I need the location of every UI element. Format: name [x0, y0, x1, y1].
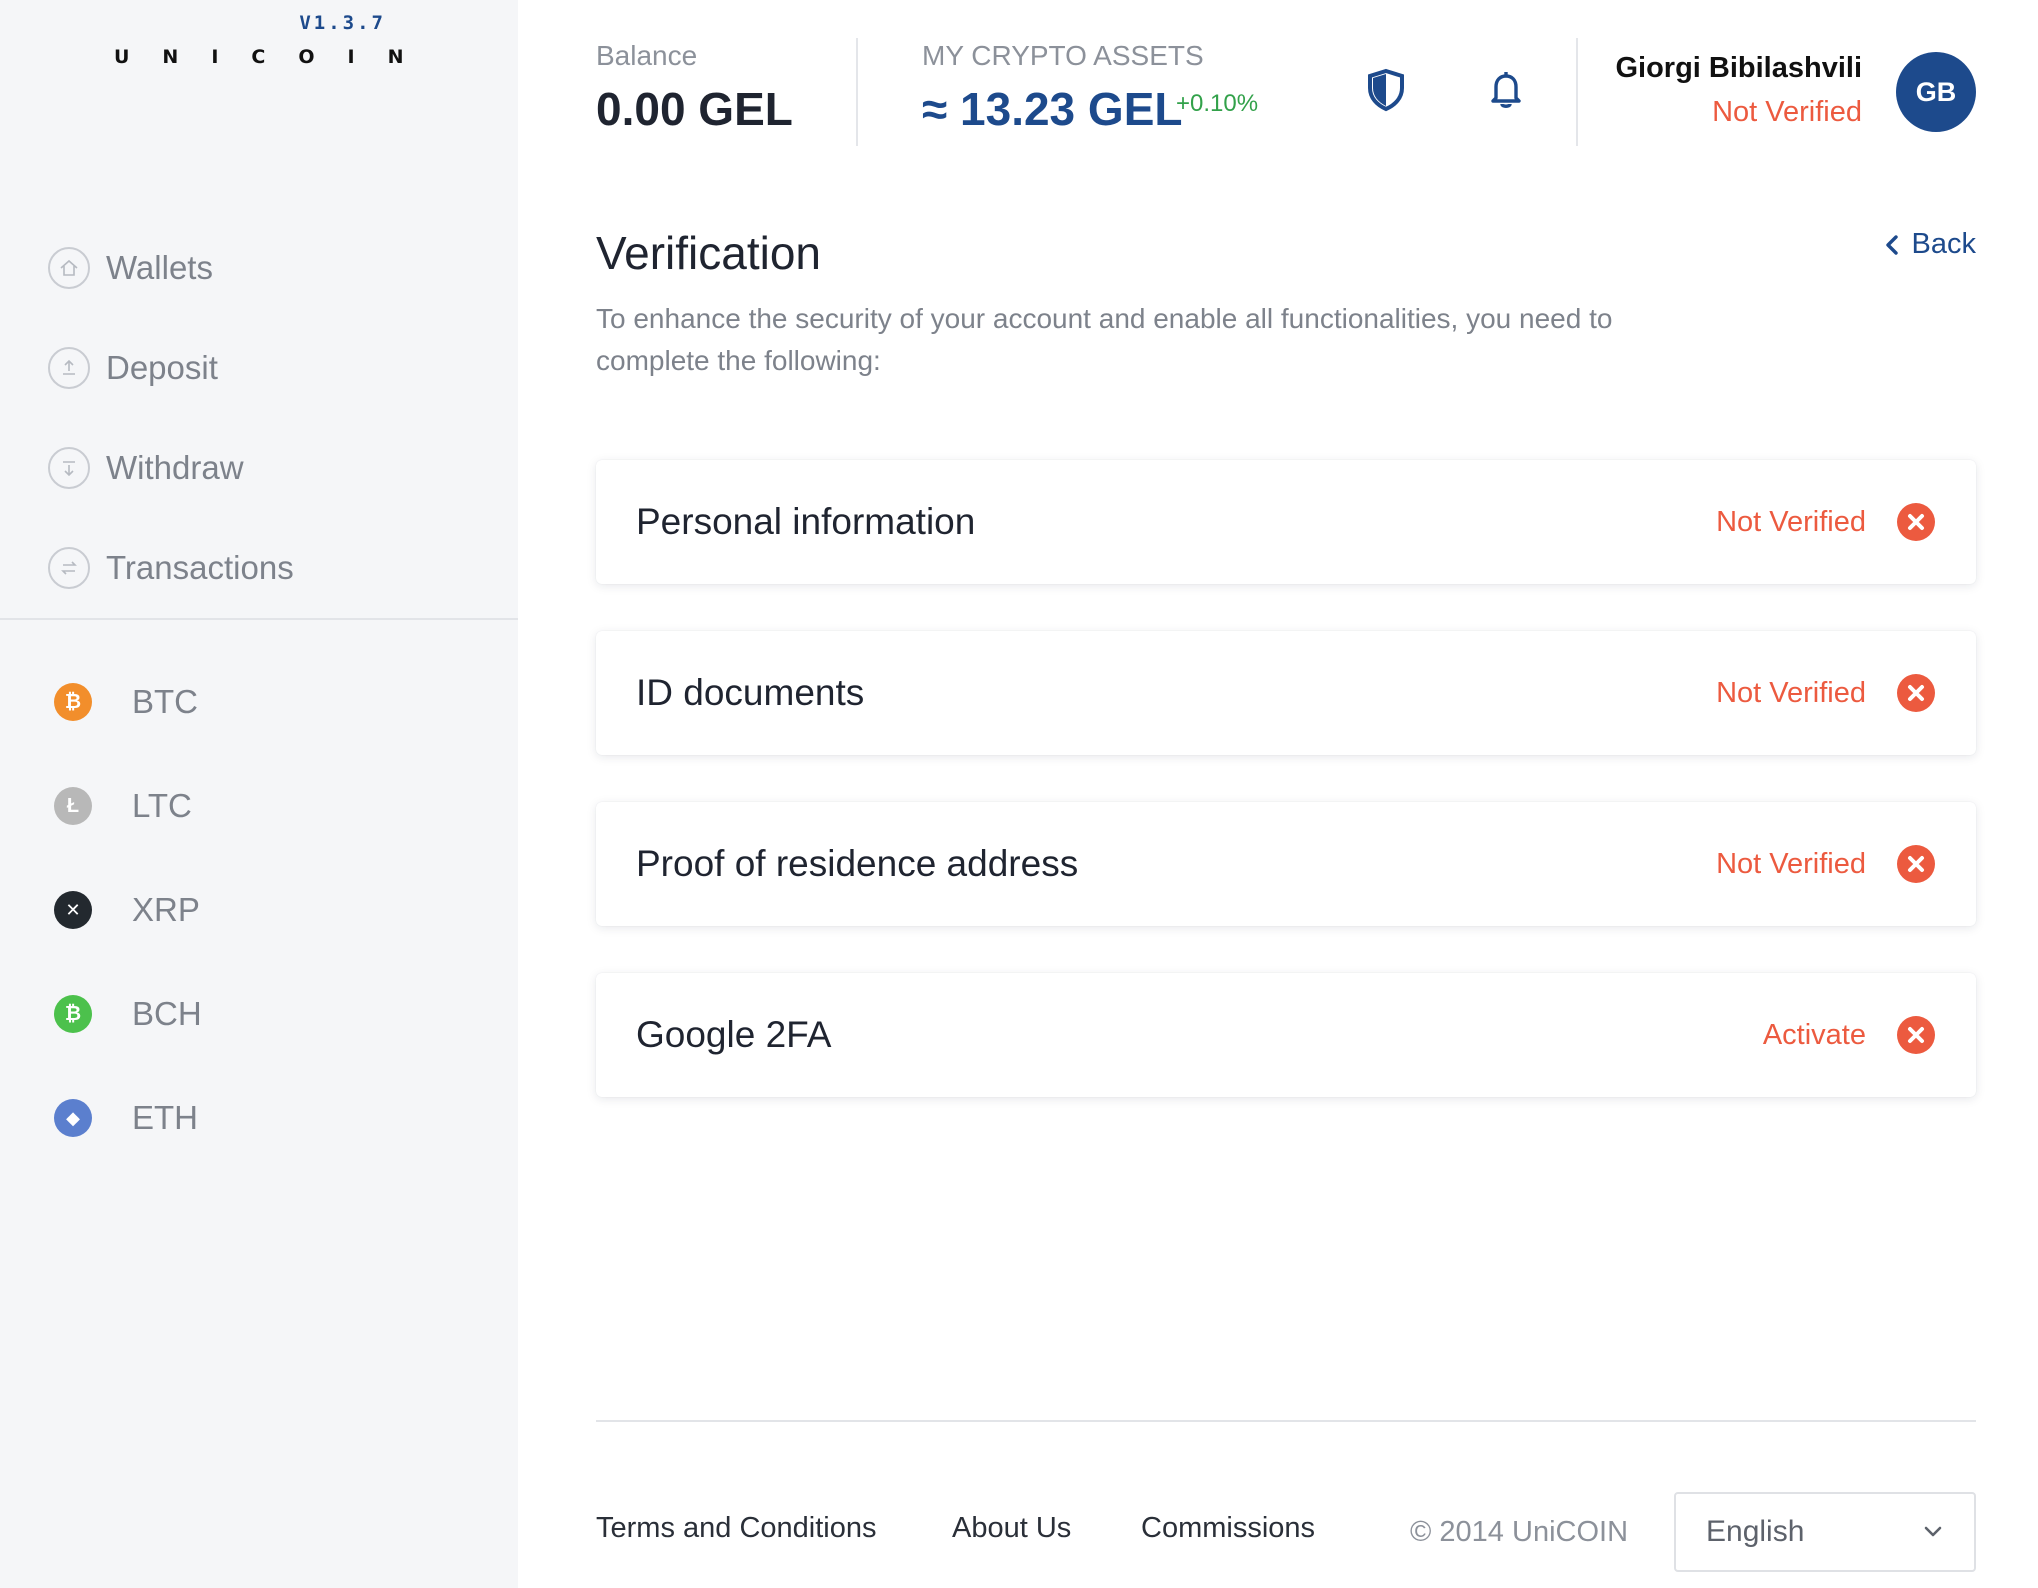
coin-item-bch[interactable]: ₿ BCH	[54, 962, 454, 1066]
sidebar-item-deposit[interactable]: Deposit	[48, 318, 468, 418]
footer: Terms and Conditions About Us Commission…	[596, 1420, 1976, 1580]
coin-label: LTC	[132, 787, 192, 824]
sidebar-item-label: Wallets	[106, 249, 213, 286]
footer-divider	[596, 1420, 1976, 1422]
verification-item-google-2fa[interactable]: Google 2FA Activate	[596, 973, 1976, 1097]
version-label: V1.3.7	[299, 12, 386, 34]
language-select[interactable]: English	[1674, 1492, 1976, 1572]
coin-label: BTC	[132, 683, 198, 720]
ethereum-icon: ◆	[54, 1099, 92, 1137]
error-circle-icon	[1897, 674, 1935, 712]
coin-label: XRP	[132, 891, 200, 928]
user-verification-status: Not Verified	[1712, 96, 1862, 128]
bitcoin-cash-icon: ₿	[54, 995, 92, 1033]
verification-item-title: ID documents	[636, 672, 865, 713]
verification-list: Personal information Not Verified ID doc…	[596, 460, 1976, 1144]
activate-2fa-link[interactable]: Activate	[1763, 1019, 1866, 1052]
sidebar-nav: Wallets Deposit Withdraw Transactions	[48, 218, 468, 618]
balance-value: 0.00 GEL	[596, 83, 793, 135]
error-circle-icon	[1897, 503, 1935, 541]
download-icon	[48, 447, 90, 489]
assets-label: MY CRYPTO ASSETS	[922, 40, 1204, 71]
security-shield-button[interactable]	[1360, 64, 1412, 116]
upload-icon	[48, 347, 90, 389]
commissions-link[interactable]: Commissions	[1141, 1512, 1315, 1545]
user-menu[interactable]: Giorgi Bibilashvili Not Verified GB	[1576, 52, 1976, 142]
sidebar-item-label: Deposit	[106, 349, 218, 386]
notifications-button[interactable]	[1480, 64, 1532, 116]
app-root: V1.3.7 UNICOIN Wallets Deposit Withdraw …	[0, 0, 2038, 1588]
sidebar-item-wallets[interactable]: Wallets	[48, 218, 468, 318]
coin-label: BCH	[132, 995, 202, 1032]
copyright: © 2014 UniCOIN	[1410, 1516, 1629, 1548]
sidebar-item-label: Transactions	[106, 549, 294, 586]
bell-icon	[1491, 72, 1521, 108]
top-header: Balance 0.00 GEL MY CRYPTO ASSETS ≈ 13.2…	[596, 0, 1976, 160]
coin-item-ltc[interactable]: Ł LTC	[54, 754, 454, 858]
brand-wordmark: UNICOIN	[114, 46, 437, 68]
assets-change: +0.10%	[1176, 90, 1259, 117]
verification-item-status: Not Verified	[1716, 676, 1866, 709]
avatar[interactable]: GB	[1896, 52, 1976, 132]
verification-item-title: Google 2FA	[636, 1014, 832, 1055]
swap-icon	[48, 547, 90, 589]
sidebar-item-transactions[interactable]: Transactions	[48, 518, 468, 618]
header-divider	[856, 38, 858, 146]
language-value: English	[1706, 1515, 1805, 1548]
sidebar-item-label: Withdraw	[106, 449, 244, 486]
error-circle-icon	[1897, 1016, 1935, 1054]
error-circle-icon	[1897, 845, 1935, 883]
bitcoin-icon: ₿	[54, 683, 92, 721]
page-title: Verification	[596, 227, 822, 279]
sidebar: V1.3.7 UNICOIN Wallets Deposit Withdraw …	[0, 0, 518, 1588]
logo[interactable]: V1.3.7 UNICOIN	[112, 12, 403, 72]
about-link[interactable]: About Us	[952, 1512, 1071, 1545]
litecoin-icon: Ł	[54, 787, 92, 825]
verification-item-id-documents[interactable]: ID documents Not Verified	[596, 631, 1976, 755]
shield-icon	[1368, 68, 1404, 112]
crypto-assets-block: MY CRYPTO ASSETS ≈ 13.23 GEL +0.10%	[922, 40, 1282, 136]
balance-block: Balance 0.00 GEL	[596, 40, 793, 136]
terms-link[interactable]: Terms and Conditions	[596, 1512, 876, 1545]
coin-item-xrp[interactable]: ✕ XRP	[54, 858, 454, 962]
sidebar-item-withdraw[interactable]: Withdraw	[48, 418, 468, 518]
intro-text: To enhance the security of your account …	[596, 303, 1613, 376]
back-button[interactable]: Back	[1884, 228, 1976, 261]
sidebar-divider	[0, 618, 518, 620]
chevron-down-icon	[1924, 1526, 1942, 1537]
verification-item-title: Proof of residence address	[636, 843, 1079, 884]
verification-item-title: Personal information	[636, 501, 976, 542]
verification-item-personal-information[interactable]: Personal information Not Verified	[596, 460, 1976, 584]
coin-label: ETH	[132, 1099, 198, 1136]
coin-item-eth[interactable]: ◆ ETH	[54, 1066, 454, 1170]
chevron-left-icon	[1885, 234, 1898, 255]
verification-item-status: Not Verified	[1716, 847, 1866, 880]
coin-list: ₿ BTC Ł LTC ✕ XRP ₿ BCH ◆ ETH	[54, 650, 454, 1170]
verification-item-proof-of-residence[interactable]: Proof of residence address Not Verified	[596, 802, 1976, 926]
home-icon	[48, 247, 90, 289]
verification-item-status: Not Verified	[1716, 505, 1866, 538]
coin-item-btc[interactable]: ₿ BTC	[54, 650, 454, 754]
back-label: Back	[1911, 228, 1976, 260]
balance-label: Balance	[596, 40, 698, 71]
xrp-icon: ✕	[54, 891, 92, 929]
user-name: Giorgi Bibilashvili	[1615, 52, 1862, 84]
